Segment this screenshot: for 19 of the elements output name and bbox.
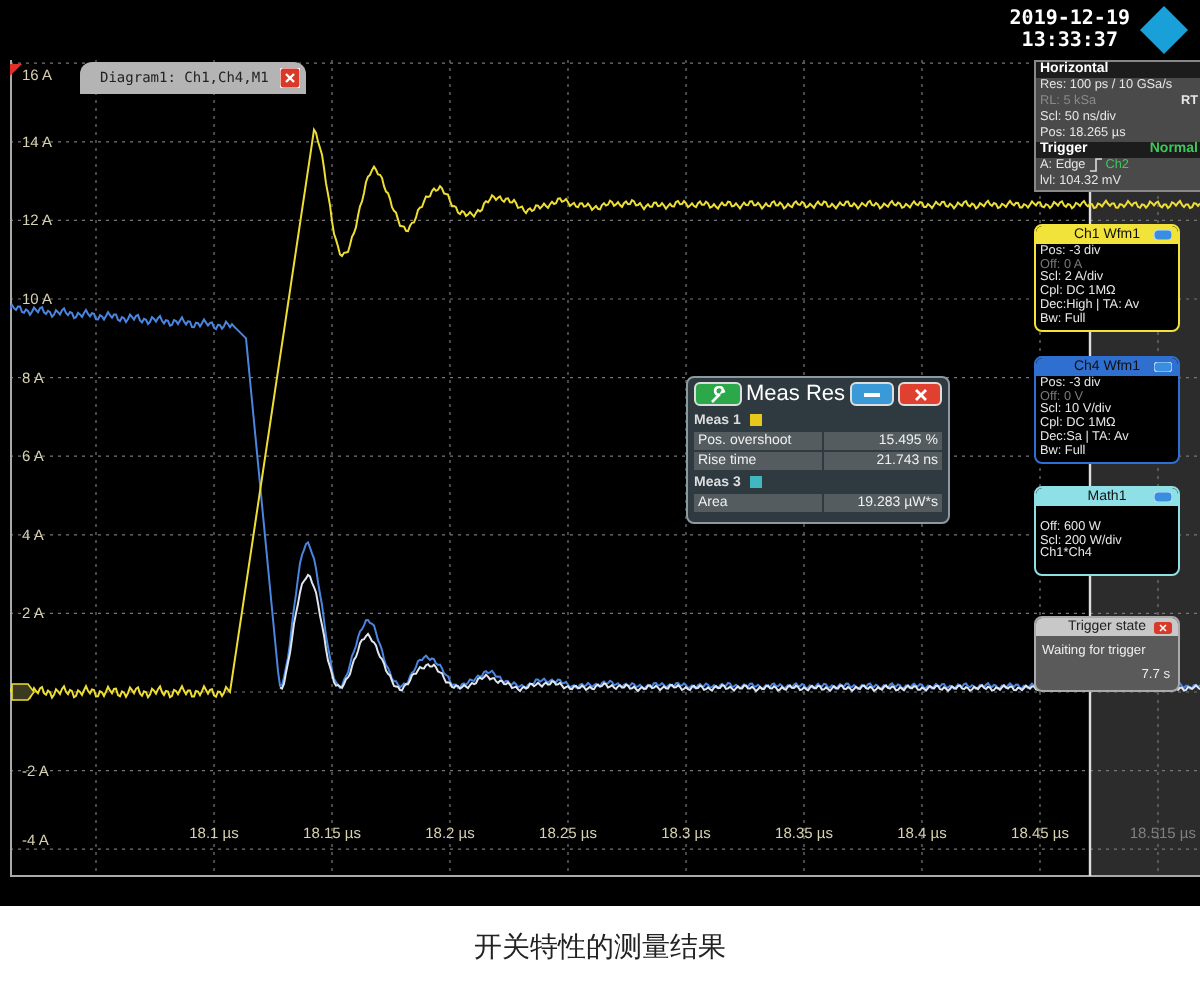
wrench-button[interactable] <box>694 382 742 406</box>
rising-edge-icon <box>1089 158 1102 172</box>
close-icon[interactable] <box>280 68 301 88</box>
minimize-icon <box>864 391 880 397</box>
figure-caption: 开关特性的测量结果 <box>474 930 726 966</box>
diamond-logo-icon <box>1138 4 1190 56</box>
ground-marker-icon <box>11 683 35 701</box>
minimize-icon[interactable] <box>1154 492 1172 502</box>
dialog-title: Meas Res <box>746 382 846 406</box>
minimize-icon[interactable] <box>1154 230 1172 240</box>
wrench-icon <box>709 385 727 403</box>
close-icon[interactable] <box>1154 622 1172 634</box>
time-text: 13:33:37 <box>1021 30 1118 52</box>
minimize-icon[interactable] <box>1154 362 1172 372</box>
date-text: 2019-12-19 <box>1009 8 1130 30</box>
close-button[interactable] <box>898 382 942 406</box>
minimize-button[interactable] <box>850 382 894 406</box>
close-icon <box>913 387 927 401</box>
marker-icon <box>10 64 22 76</box>
